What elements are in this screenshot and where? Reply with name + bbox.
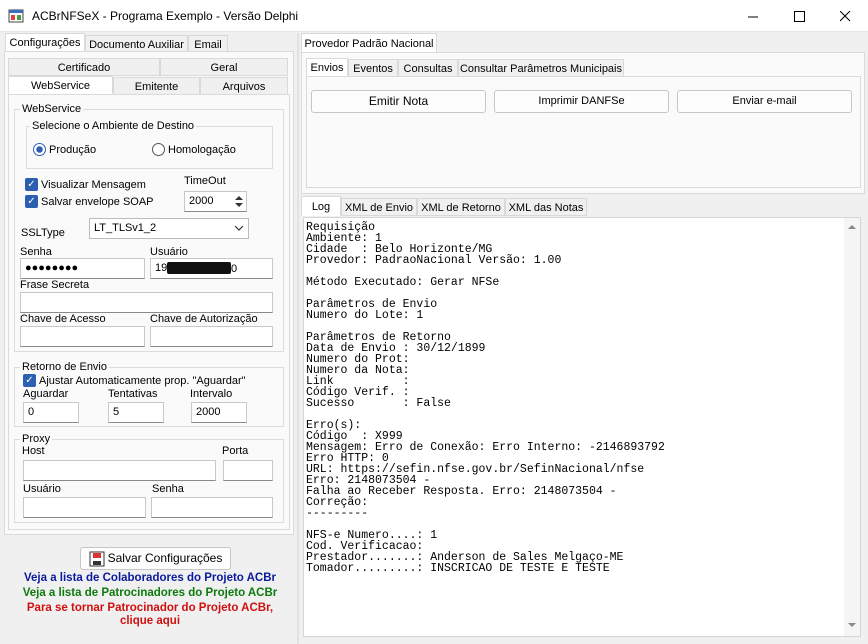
tab-certificado[interactable]: Certificado — [8, 58, 160, 76]
aguardar-input[interactable]: 0 — [23, 402, 79, 423]
host-label: Host — [22, 445, 45, 457]
minimize-icon — [747, 16, 758, 17]
salvar-envelope-label: Salvar envelope SOAP — [41, 196, 154, 208]
splitter[interactable] — [297, 33, 299, 644]
usuario-tail: 0 — [231, 263, 238, 275]
chave-acesso-label: Chave de Acesso — [20, 313, 106, 325]
retorno-group-label: Retorno de Envio — [20, 361, 109, 373]
aguardar-label: Aguardar — [23, 388, 69, 400]
chave-aut-label: Chave de Autorização — [150, 313, 258, 325]
proxy-usuario-input[interactable] — [23, 497, 146, 518]
tab-xml-notas[interactable]: XML das Notas — [505, 198, 587, 216]
radio-homologacao[interactable] — [152, 143, 165, 156]
radio-producao[interactable] — [33, 143, 46, 156]
radio-producao-label: Produção — [49, 144, 97, 156]
tentativas-input[interactable]: 5 — [108, 402, 164, 423]
app-icon — [8, 9, 24, 23]
tab-envios[interactable]: Envios — [306, 58, 348, 76]
intervalo-label: Intervalo — [190, 388, 233, 400]
tab-arquivos[interactable]: Arquivos — [200, 77, 288, 95]
tentativas-value: 5 — [113, 406, 120, 418]
salvar-envelope-checkbox[interactable]: ✓ — [25, 195, 38, 208]
tab-consultas[interactable]: Consultas — [398, 59, 458, 77]
senha-value: ●●●●●●●● — [25, 262, 79, 274]
link-patrocinadores[interactable]: Veja a lista de Patrocinadores do Projet… — [0, 587, 300, 599]
chave-aut-input[interactable] — [150, 326, 273, 347]
tentativas-label: Tentativas — [108, 388, 158, 400]
ssltype-label: SSLType — [21, 227, 65, 239]
aguardar-value: 0 — [28, 406, 35, 418]
chave-acesso-input[interactable] — [20, 326, 145, 347]
close-icon — [839, 10, 850, 21]
proxy-senha-input[interactable] — [151, 497, 273, 518]
enviar-email-button[interactable]: Enviar e-mail — [677, 90, 852, 113]
visualizar-checkbox[interactable]: ✓ — [25, 178, 38, 191]
log-textarea[interactable]: Requisição Ambiente: 1 Cidade : Belo Hor… — [303, 217, 861, 637]
log-text: Requisição Ambiente: 1 Cidade : Belo Hor… — [306, 221, 665, 575]
tab-webservice[interactable]: WebService — [8, 76, 113, 94]
tab-emitente[interactable]: Emitente — [113, 77, 200, 95]
porta-input[interactable] — [223, 460, 273, 481]
maximize-button[interactable] — [776, 0, 822, 32]
proxy-senha-label: Senha — [152, 483, 184, 495]
frase-label: Frase Secreta — [20, 279, 90, 291]
visualizar-label: Visualizar Mensagem — [41, 179, 146, 191]
usuario-label: Usuário — [150, 246, 188, 258]
chevron-down-icon — [234, 225, 244, 231]
tab-geral[interactable]: Geral — [160, 58, 288, 76]
webservice-group-label: WebService — [20, 103, 84, 115]
porta-label: Porta — [222, 445, 249, 457]
timeout-label: TimeOut — [184, 175, 226, 187]
ssltype-value: LT_TLSv1_2 — [94, 222, 157, 234]
scroll-down-icon[interactable] — [848, 622, 856, 628]
ajustar-checkbox[interactable]: ✓ — [23, 374, 36, 387]
minimize-button[interactable] — [730, 0, 776, 32]
proxy-usuario-label: Usuário — [23, 483, 61, 495]
tab-provedor[interactable]: Provedor Padrão Nacional — [301, 33, 437, 53]
save-icon — [89, 551, 105, 566]
log-scrollbar[interactable] — [844, 218, 860, 636]
usuario-redaction — [167, 262, 231, 274]
senha-label: Senha — [20, 246, 52, 258]
frase-input[interactable] — [20, 292, 273, 313]
emitir-nota-button[interactable]: Emitir Nota — [311, 90, 486, 113]
scroll-up-icon[interactable] — [848, 224, 856, 230]
ambiente-label: Selecione o Ambiente de Destino — [30, 120, 197, 132]
host-input[interactable] — [23, 460, 216, 481]
close-button[interactable] — [822, 0, 868, 32]
tab-xml-retorno[interactable]: XML de Retorno — [417, 198, 505, 216]
maximize-icon — [793, 10, 805, 22]
usuario-value: 19 — [155, 262, 168, 274]
title-bar: ACBrNFSeX - Programa Exemplo - Versão De… — [0, 0, 868, 32]
tab-configuracoes[interactable]: Configurações — [5, 33, 85, 51]
salvar-configuracoes-button[interactable]: Salvar Configurações — [80, 547, 231, 570]
link-tornar-patrocinador[interactable]: Para se tornar Patrocinador do Projeto A… — [0, 602, 300, 614]
tab-consultar-parametros[interactable]: Consultar Parâmetros Municipais — [458, 59, 624, 77]
tab-xml-envio[interactable]: XML de Envio — [341, 198, 417, 216]
link-colaboradores[interactable]: Veja a lista de Colaboradores do Projeto… — [0, 572, 300, 584]
salvar-label: Salvar Configurações — [107, 551, 223, 565]
spin-icon[interactable] — [233, 193, 245, 210]
intervalo-value: 2000 — [196, 406, 221, 418]
timeout-value: 2000 — [189, 195, 214, 207]
senha-input[interactable]: ●●●●●●●● — [20, 258, 145, 279]
intervalo-input[interactable]: 2000 — [191, 402, 247, 423]
tab-eventos[interactable]: Eventos — [348, 59, 398, 77]
radio-homologacao-label: Homologação — [168, 144, 236, 156]
window-title: ACBrNFSeX - Programa Exemplo - Versão De… — [32, 9, 299, 23]
ajustar-label: Ajustar Automaticamente prop. "Aguardar" — [39, 375, 246, 387]
ssltype-select[interactable]: LT_TLSv1_2 — [89, 218, 249, 239]
link-clique-aqui[interactable]: clique aqui — [0, 615, 300, 627]
tab-log[interactable]: Log — [301, 196, 341, 216]
imprimir-danfse-button[interactable]: Imprimir DANFSe — [494, 90, 669, 113]
proxy-group-label: Proxy — [20, 433, 53, 445]
